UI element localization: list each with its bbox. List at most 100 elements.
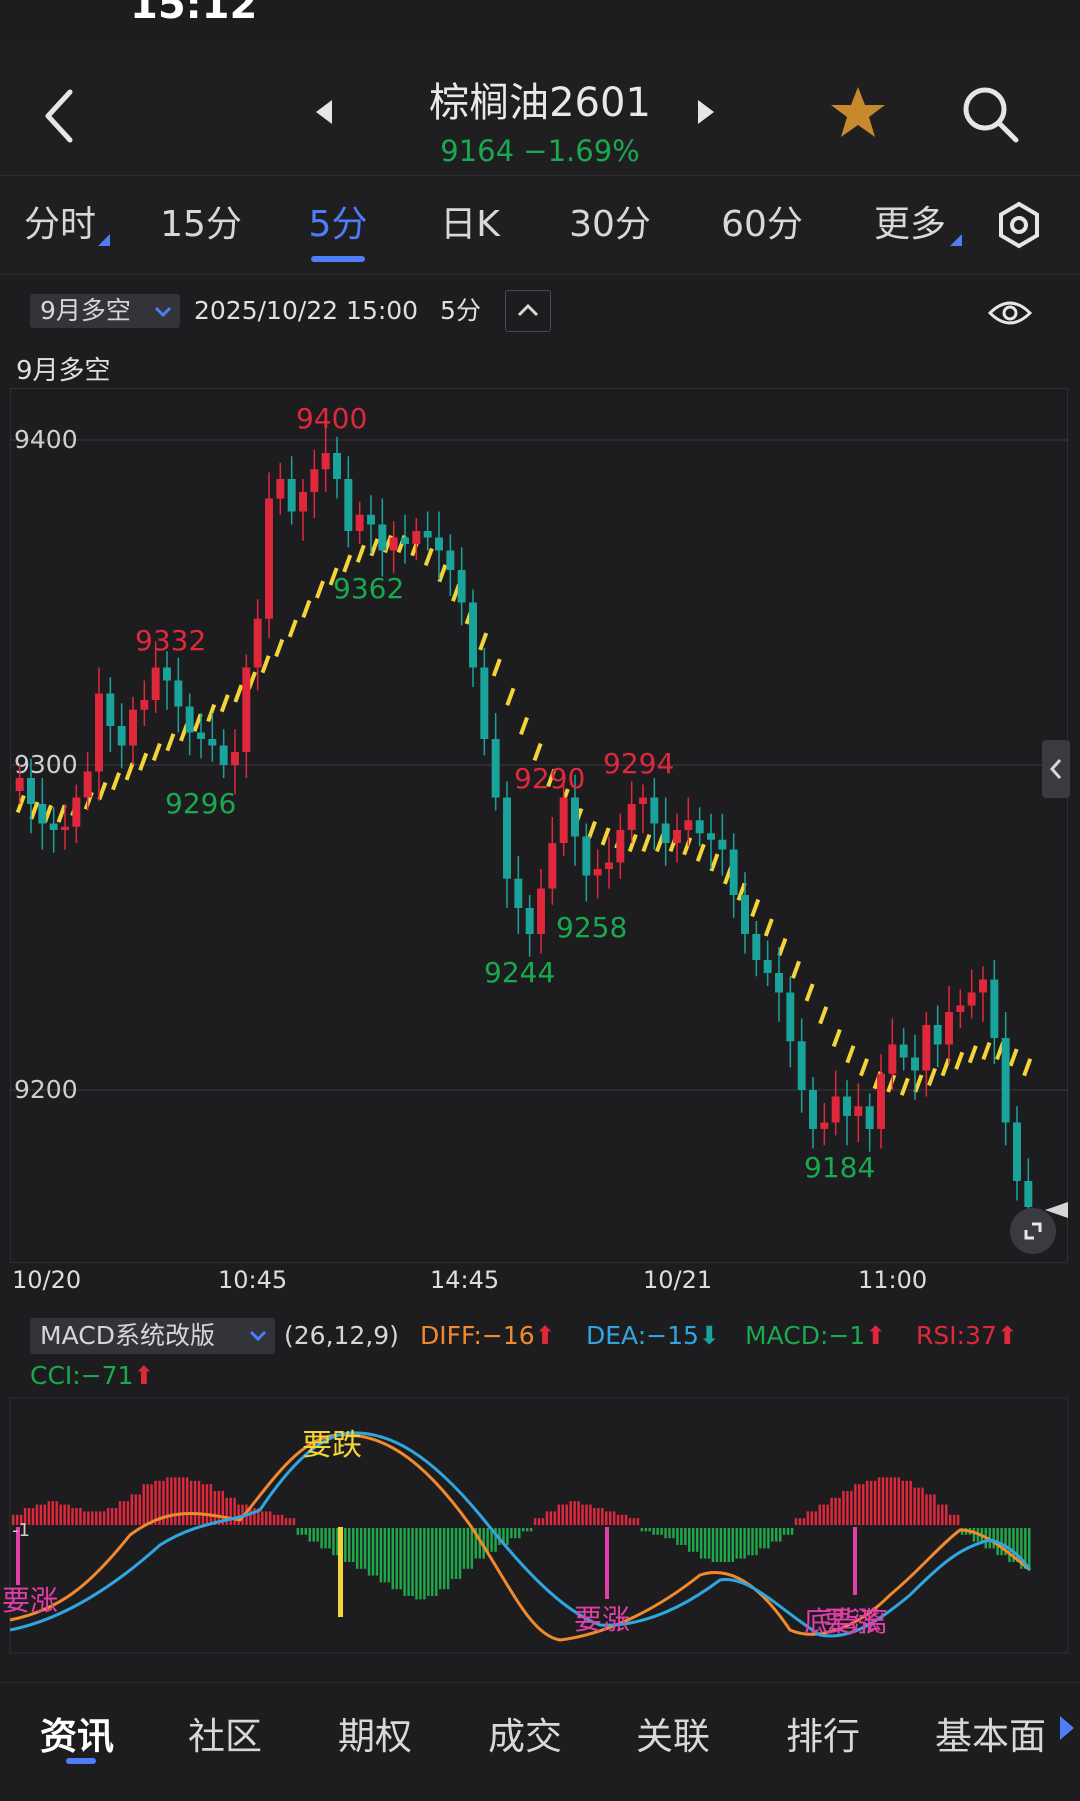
macd-rsi: RSI:37⬆: [916, 1318, 1018, 1354]
macd-bar: [170, 1477, 173, 1525]
macd-bar: [565, 1504, 568, 1525]
macd-bar: [854, 1484, 857, 1525]
candle: [673, 830, 681, 843]
macd-bar: [355, 1528, 359, 1569]
macd-bar: [707, 1528, 711, 1559]
macd-select[interactable]: MACD系统改版: [30, 1318, 275, 1354]
macd-bar: [790, 1528, 794, 1535]
macd-bar: [778, 1528, 782, 1542]
macd-bar: [948, 1514, 952, 1525]
macd-bar: [553, 1511, 557, 1525]
nav-trades[interactable]: 成交: [488, 1706, 562, 1760]
macd-bar: [727, 1528, 731, 1562]
macd-bar: [510, 1528, 513, 1539]
side-panel-handle[interactable]: [1042, 740, 1070, 798]
macd-bar: [810, 1511, 814, 1525]
macd-bar: [648, 1528, 651, 1532]
macd-bar: [1028, 1528, 1031, 1569]
ma-segment: [1008, 1048, 1019, 1067]
candle: [72, 797, 81, 827]
macd-bar: [842, 1491, 845, 1525]
diff-value: DIFF:−16: [420, 1321, 535, 1350]
candle: [763, 960, 772, 973]
macd-params: (26,12,9): [284, 1321, 399, 1350]
candle: [49, 823, 58, 830]
cci-value: CCI:−71: [30, 1361, 134, 1390]
macd-bar: [814, 1511, 818, 1525]
macd-bar: [858, 1484, 861, 1525]
nav-related[interactable]: 关联: [636, 1706, 710, 1760]
candle: [650, 797, 659, 824]
macd-bar: [739, 1528, 742, 1559]
ma-segment: [818, 1006, 829, 1025]
candles: [15, 427, 1033, 1224]
mark-low-9296: 9296: [165, 787, 236, 820]
ma-segment: [682, 837, 693, 856]
candle: [344, 479, 353, 531]
macd-bar: [102, 1511, 106, 1525]
macd-bar: [917, 1487, 920, 1525]
candle: [695, 820, 704, 834]
macd-bar: [585, 1504, 588, 1525]
candle: [412, 531, 421, 544]
mark-low-9362: 9362: [333, 572, 404, 605]
ma-segment: [587, 820, 597, 840]
candle: [163, 667, 171, 681]
nav-news[interactable]: 资讯: [40, 1706, 114, 1760]
expand-icon: [1024, 1222, 1042, 1240]
nav-more-icon[interactable]: [1056, 1712, 1076, 1744]
candle: [117, 726, 126, 746]
nav-community[interactable]: 社区: [188, 1706, 262, 1760]
candle: [1024, 1181, 1033, 1207]
macd-bar: [205, 1484, 209, 1525]
chevron-down-icon: [249, 1330, 267, 1342]
y-tick-9200: 9200: [14, 1075, 78, 1104]
nav-ranking[interactable]: 排行: [786, 1706, 860, 1760]
candle: [616, 830, 625, 863]
macd-bar: [118, 1501, 122, 1525]
macd-bar: [688, 1528, 691, 1552]
nav-active-indicator: [66, 1758, 96, 1764]
candle: [514, 878, 523, 908]
macd-bar: [763, 1528, 766, 1549]
macd-bar: [952, 1514, 956, 1525]
candle: [185, 706, 194, 733]
macd-bar: [846, 1491, 849, 1525]
fullscreen-button[interactable]: [1010, 1208, 1056, 1254]
candle: [605, 862, 613, 869]
macd-bar: [39, 1504, 43, 1525]
macd-chart[interactable]: 要跌 要涨 要涨 底背离 要涨 -1: [0, 1395, 1080, 1665]
macd-bar: [427, 1528, 430, 1596]
nav-fundamentals[interactable]: 基本面: [935, 1706, 1046, 1760]
macd-bar: [300, 1528, 304, 1535]
macd-bar: [237, 1504, 240, 1525]
macd-histogram: [12, 1477, 1031, 1600]
macd-bar: [47, 1501, 51, 1525]
candle: [367, 514, 375, 525]
macd-bar: [802, 1518, 806, 1525]
macd-bar: [636, 1518, 640, 1525]
kline-chart[interactable]: 9400 9300 9200 9400 9362 9332 9296 9290 …: [0, 0, 1080, 1300]
candle: [457, 570, 466, 603]
candle: [752, 934, 761, 960]
candle: [95, 693, 103, 772]
macd-bar: [320, 1528, 323, 1549]
macd-bar: [695, 1528, 699, 1552]
candle: [899, 1044, 908, 1058]
candle: [525, 908, 534, 934]
macd-bar: [541, 1518, 545, 1525]
macd-bar: [775, 1528, 778, 1542]
macd-bar: [379, 1528, 383, 1583]
candle: [242, 667, 251, 752]
macd-zero-label: -1: [12, 1520, 30, 1541]
cci-up-icon: ⬆: [133, 1361, 155, 1390]
macd-bar: [937, 1504, 940, 1525]
nav-options[interactable]: 期权: [338, 1706, 412, 1760]
macd-bar: [518, 1528, 521, 1539]
macd-bar: [751, 1528, 754, 1556]
mark-low-9258: 9258: [556, 911, 627, 944]
ma-segment: [845, 1045, 856, 1064]
macd-bar: [1008, 1528, 1011, 1562]
macd-bar: [676, 1528, 679, 1545]
mark-high-9332: 9332: [135, 624, 206, 657]
